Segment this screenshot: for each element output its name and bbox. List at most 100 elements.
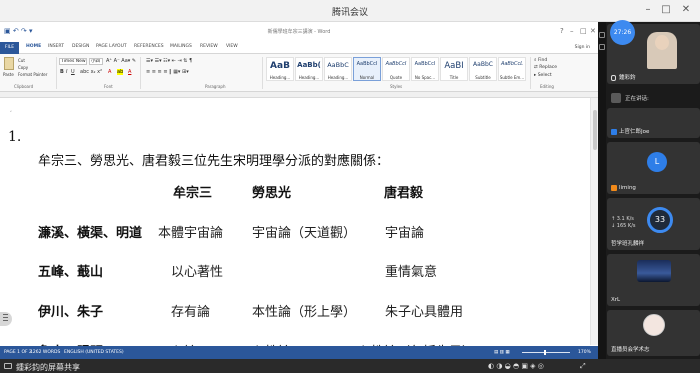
text-effects-icon[interactable]: A — [108, 69, 111, 75]
style-heading1[interactable]: AaB Heading... — [266, 57, 294, 81]
speaker-avatar — [611, 93, 621, 103]
zoom-slider-knob[interactable] — [544, 350, 546, 355]
gallery-icon[interactable] — [599, 44, 605, 50]
participant-tile[interactable]: 上官仁郎Joe — [607, 108, 700, 138]
style-heading3[interactable]: AaBbC Heading... — [324, 57, 352, 81]
find-label: Find — [537, 58, 548, 63]
style-sample: AaBb( — [297, 61, 321, 69]
participant-tile[interactable]: ↑ 3.1 K/s ↓ 165 K/s 33 哲学班孔麟祥 — [607, 198, 700, 250]
tab-references[interactable]: REFERENCES — [134, 44, 164, 49]
table-cell: 宇宙論 — [385, 226, 425, 241]
bullets-icon[interactable]: ☰▾ ☰▾ ☷▾ ⇤ ⇥ ⇅ ¶ — [146, 58, 192, 64]
word-help-icon[interactable]: ? — [560, 27, 564, 35]
speed-unit: K/s — [626, 216, 634, 222]
style-normal[interactable]: AaBbCcI Normal — [353, 57, 381, 81]
layout-icon[interactable] — [599, 32, 605, 38]
format-painter-button[interactable]: Format Painter — [18, 72, 47, 77]
maximize-icon[interactable]: □ — [659, 4, 673, 16]
tab-review[interactable]: REVIEW — [200, 44, 218, 49]
style-subtle-emphasis[interactable]: AaBbCcL Subtle Em... — [498, 57, 526, 81]
sign-in-link[interactable]: Sign in — [575, 45, 590, 50]
style-quote[interactable]: AaBbCcI Quote — [382, 57, 410, 81]
zoom-slider[interactable] — [522, 352, 570, 353]
avatar — [643, 314, 665, 336]
speaking-label: 正在讲话: — [625, 96, 649, 102]
word-count[interactable]: 1262 WORDS — [30, 350, 60, 355]
host-video — [647, 32, 677, 69]
speaking-indicator: 正在讲话: — [607, 90, 700, 106]
fullscreen-icon[interactable]: ⤢ — [580, 362, 586, 371]
grow-font-icon[interactable]: A⁺ A⁻ Aa▾ ✎ — [106, 58, 136, 64]
ribbon: Paste Cut Copy Format Painter Clipboard … — [0, 54, 598, 92]
language-status[interactable]: ENGLISH (UNITED STATES) — [64, 350, 124, 355]
mic-icon — [611, 75, 616, 81]
find-button[interactable]: ⌕ Find — [534, 57, 547, 63]
participant-name: 上官仁郎Joe — [619, 129, 650, 135]
tab-mailings[interactable]: MAILINGS — [170, 44, 192, 49]
style-no-spacing[interactable]: AaBbCcI No Spac... — [411, 57, 439, 81]
word-maximize-icon[interactable]: □ — [580, 27, 587, 35]
tab-view[interactable]: VIEW — [226, 44, 238, 49]
tab-file[interactable]: FILE — [0, 42, 19, 54]
font-size-select[interactable]: 小四 — [89, 58, 103, 65]
style-sample: AaBbC — [327, 61, 349, 69]
minimize-icon[interactable]: – — [641, 4, 655, 16]
meeting-timer: 27:26 — [610, 20, 635, 45]
column-header: 勞思光 — [252, 186, 292, 201]
word-close-icon[interactable]: ✕ — [590, 27, 596, 35]
highlight-icon[interactable]: ab — [117, 69, 124, 75]
host-name: 鍾彩鈞 — [619, 75, 636, 81]
select-label: Select — [537, 73, 552, 78]
align-left-icon[interactable]: ≡ ≡ ≡ ≡ ‖ ▦▾ ⊞▾ — [146, 69, 189, 75]
paste-icon[interactable] — [4, 57, 14, 70]
doc-intro-line: 牟宗三、勞思光、唐君毅三位先生宋明理學分派的對應關係： — [38, 154, 390, 169]
participant-tile[interactable]: XrL — [607, 254, 700, 306]
tab-page-layout[interactable]: PAGE LAYOUT — [96, 44, 127, 49]
column-header: 唐君毅 — [384, 186, 424, 201]
close-icon[interactable]: ✕ — [679, 4, 693, 16]
style-name: Heading... — [327, 75, 349, 80]
tab-insert[interactable]: INSERT — [48, 44, 64, 49]
style-sample: AaBbCcI — [356, 61, 378, 67]
italic-button[interactable]: I — [66, 69, 67, 75]
tray-icons[interactable]: ◐ ◑ ◒ ◓ ▣ ◈ ◎ — [488, 362, 544, 370]
tab-design[interactable]: DESIGN — [72, 44, 89, 49]
style-name: Heading... — [298, 75, 320, 80]
divider — [140, 57, 141, 89]
participant-tile[interactable]: L liming — [607, 142, 700, 194]
table-cell: 本體宇宙論 — [158, 226, 224, 241]
bold-button[interactable]: B — [60, 69, 64, 75]
meeting-titlebar: 腾讯会议 – □ ✕ — [0, 0, 700, 22]
select-button[interactable]: ▸ Select — [534, 73, 552, 78]
scroll-thumb[interactable] — [593, 110, 597, 150]
speed-unit: K/s — [627, 223, 636, 229]
view-mode-icons[interactable]: ▤ ▥ ▦ — [494, 350, 510, 355]
table-row-school: 伊川、朱子 — [38, 305, 104, 320]
user-icon — [611, 129, 617, 135]
tab-home[interactable]: HOME — [26, 44, 41, 49]
table-row-school: 濂溪、橫渠、明道 — [38, 226, 143, 241]
word-minimize-icon[interactable]: – — [570, 27, 574, 35]
strikethrough-button[interactable]: abc x₂ x² — [80, 69, 102, 75]
zoom-level[interactable]: 170% — [578, 350, 591, 355]
page-count[interactable]: PAGE 1 OF 2 — [4, 350, 32, 355]
meeting-bottom-bar: 鍾彩鈞的屏幕共享 ◐ ◑ ◒ ◓ ▣ ◈ ◎ ⤢ — [0, 359, 700, 373]
font-name-select[interactable]: Times New R — [59, 58, 87, 65]
network-gauge: 33 — [647, 207, 673, 233]
document-page[interactable]: ‘ 1. 牟宗三、勞思光、唐君毅三位先生宋明理學分派的對應關係： 牟宗三 勞思光… — [0, 98, 598, 359]
style-subtitle[interactable]: AaBbC Subtitle — [469, 57, 497, 81]
screen: 腾讯会议 – □ ✕ ▣ ↶ ↷ ▾ 新儒學班牟宗三講演 - Word ? – … — [0, 0, 700, 373]
vertical-scrollbar[interactable] — [590, 98, 598, 345]
word-status-bar: PAGE 1 OF 2 1262 WORDS ENGLISH (UNITED S… — [0, 346, 598, 359]
style-title[interactable]: AaBI Title — [440, 57, 468, 81]
copy-button[interactable]: Copy — [18, 65, 28, 70]
participant-tile[interactable]: 直播员会学术志 — [607, 310, 700, 356]
cut-button[interactable]: Cut — [18, 58, 25, 63]
paste-button[interactable]: Paste — [3, 72, 14, 77]
underline-button[interactable]: U — [71, 69, 75, 75]
table-cell: 以心著性 — [171, 265, 224, 280]
font-color-icon[interactable]: A — [128, 69, 131, 75]
editing-group-label: Editing — [540, 84, 554, 89]
replace-button[interactable]: ⇄ Replace — [534, 65, 557, 70]
style-heading2[interactable]: AaBb( Heading... — [295, 57, 323, 81]
